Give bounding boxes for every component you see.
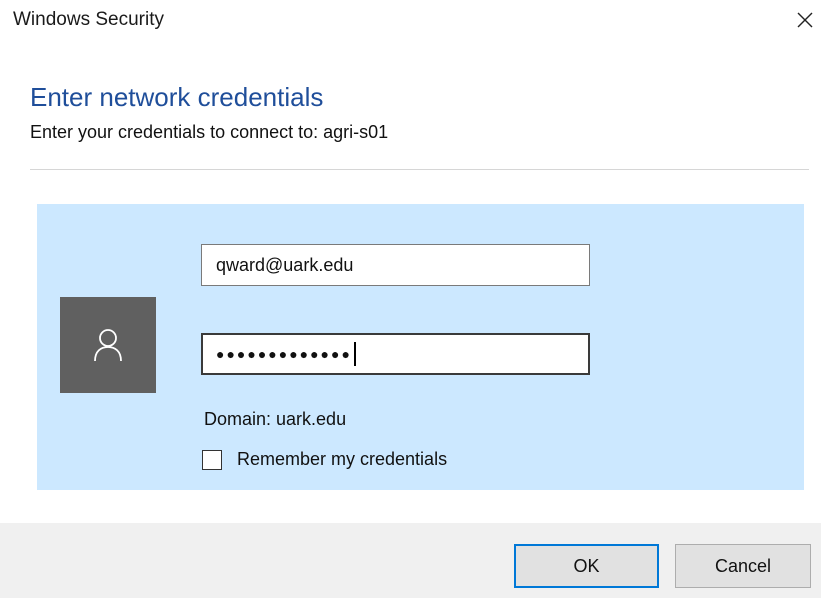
username-value: qward@uark.edu [216,254,354,275]
remember-credentials-checkbox[interactable] [202,449,222,470]
avatar [60,297,156,393]
window-title: Windows Security [13,9,164,30]
user-icon [94,329,122,362]
dialog-heading: Enter network credentials [30,82,324,112]
remember-credentials-row[interactable]: Remember my credentials [202,449,447,470]
ok-button[interactable]: OK [514,544,659,588]
close-button[interactable] [790,4,820,36]
dialog-subheading: Enter your credentials to connect to: ag… [30,122,389,142]
text-caret [353,342,356,366]
cancel-button[interactable]: Cancel [675,544,811,588]
domain-label: Domain: uark.edu [204,409,347,429]
header-divider [30,169,809,170]
password-field[interactable]: ●●●●●●●●●●●●● [201,333,590,375]
close-icon [797,12,813,28]
username-field[interactable]: qward@uark.edu [201,244,590,286]
remember-credentials-label: Remember my credentials [237,449,448,469]
password-value: ●●●●●●●●●●●●● [216,346,352,362]
